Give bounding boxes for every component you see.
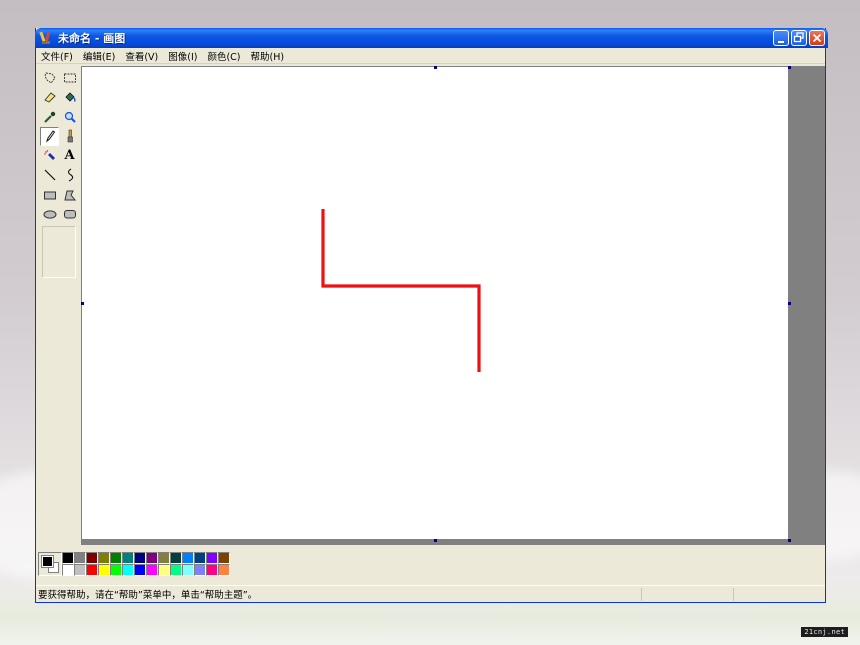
tool-text[interactable]: A xyxy=(60,146,79,165)
color-swatch[interactable] xyxy=(134,564,146,576)
tool-ellipse[interactable] xyxy=(40,205,59,224)
restore-icon xyxy=(793,32,804,43)
magnifier-icon xyxy=(64,111,76,123)
tool-free-form-select[interactable] xyxy=(40,68,59,87)
polygon-icon xyxy=(63,190,76,200)
resize-handle-left[interactable] xyxy=(81,302,84,305)
color-swatch[interactable] xyxy=(74,552,86,564)
paint-app-icon xyxy=(39,31,51,44)
color-swatch[interactable] xyxy=(98,564,110,576)
color-swatch[interactable] xyxy=(146,564,158,576)
resize-handle-right[interactable] xyxy=(788,302,791,305)
color-swatch[interactable] xyxy=(218,552,230,564)
status-bar: 要获得帮助，请在“帮助”菜单中，单击“帮助主题”。 xyxy=(36,585,825,602)
color-swatch[interactable] xyxy=(206,552,218,564)
window-title: 未命名 - 画图 xyxy=(58,32,126,45)
color-swatch[interactable] xyxy=(110,552,122,564)
airbrush-icon xyxy=(43,149,55,160)
eraser-icon xyxy=(43,92,56,103)
red-polyline-stroke xyxy=(321,209,481,372)
tool-options-box[interactable] xyxy=(42,226,76,278)
canvas-workspace xyxy=(81,66,825,545)
color-swatch[interactable] xyxy=(110,564,122,576)
status-pane-coords xyxy=(641,587,733,601)
color-swatch[interactable] xyxy=(170,552,182,564)
tool-airbrush[interactable] xyxy=(40,146,59,165)
status-text: 要获得帮助，请在“帮助”菜单中，单击“帮助主题”。 xyxy=(38,590,258,601)
ellipse-icon xyxy=(43,210,56,219)
color-palette xyxy=(36,547,825,583)
caption-buttons xyxy=(773,30,825,46)
minimize-icon xyxy=(778,41,784,43)
curve-icon xyxy=(67,168,73,182)
menu-image[interactable]: 图像(I) xyxy=(163,49,202,63)
color-swatches xyxy=(62,552,230,576)
watermark: 21cnj.net xyxy=(801,627,848,637)
minimize-button[interactable] xyxy=(773,30,789,46)
color-swatch[interactable] xyxy=(194,552,206,564)
color-swatch[interactable] xyxy=(182,564,194,576)
resize-handle-bottom-right[interactable] xyxy=(788,539,791,542)
color-swatch[interactable] xyxy=(86,564,98,576)
color-swatch[interactable] xyxy=(158,552,170,564)
close-button[interactable] xyxy=(809,30,825,46)
color-swatch[interactable] xyxy=(62,552,74,564)
tool-eraser[interactable] xyxy=(40,88,59,107)
paint-window: 未命名 - 画图 文件(F) 编辑(E) 查看(V) 图像(I) 颜色(C) 帮… xyxy=(35,28,828,603)
color-swatch[interactable] xyxy=(122,552,134,564)
drawing-canvas[interactable] xyxy=(82,67,788,539)
tool-line[interactable] xyxy=(40,166,59,185)
close-icon xyxy=(812,33,822,43)
color-swatch[interactable] xyxy=(218,564,230,576)
color-swatch[interactable] xyxy=(86,552,98,564)
resize-handle-bottom[interactable] xyxy=(434,539,437,542)
rect-select-icon xyxy=(63,73,76,82)
pencil-icon xyxy=(45,130,55,143)
eyedropper-icon xyxy=(43,111,55,123)
tool-rectangle[interactable] xyxy=(40,185,59,204)
color-swatch[interactable] xyxy=(98,552,110,564)
menu-file[interactable]: 文件(F) xyxy=(36,49,78,63)
rectangle-icon xyxy=(43,191,56,199)
text-icon: A xyxy=(64,148,75,163)
toolbox: A xyxy=(38,66,80,545)
color-swatch[interactable] xyxy=(182,552,194,564)
tool-curve[interactable] xyxy=(60,166,79,185)
tool-magnifier[interactable] xyxy=(60,107,79,126)
menu-help[interactable]: 帮助(H) xyxy=(246,49,290,63)
tool-pencil[interactable] xyxy=(40,126,59,146)
tool-brush[interactable] xyxy=(60,127,79,146)
tool-polygon[interactable] xyxy=(60,185,79,204)
color-swatch[interactable] xyxy=(74,564,86,576)
color-swatch[interactable] xyxy=(158,564,170,576)
brush-icon xyxy=(67,129,73,143)
color-swatch[interactable] xyxy=(194,564,206,576)
free-select-icon xyxy=(44,71,56,84)
line-icon xyxy=(44,169,55,181)
color-swatch[interactable] xyxy=(122,564,134,576)
fill-bucket-icon xyxy=(64,92,76,102)
resize-handle-top[interactable] xyxy=(434,66,437,69)
tool-pick-color[interactable] xyxy=(40,107,59,126)
resize-handle-top-right[interactable] xyxy=(788,66,791,69)
color-swatch[interactable] xyxy=(62,564,74,576)
rounded-rect-icon xyxy=(63,210,76,219)
menu-colors[interactable]: 颜色(C) xyxy=(202,49,245,63)
current-colors[interactable] xyxy=(38,552,62,576)
foreground-color xyxy=(41,555,54,568)
menu-edit[interactable]: 编辑(E) xyxy=(78,49,120,63)
status-pane-size xyxy=(733,587,825,601)
menu-bar: 文件(F) 编辑(E) 查看(V) 图像(I) 颜色(C) 帮助(H) xyxy=(36,48,825,64)
restore-button[interactable] xyxy=(791,30,807,46)
tool-select[interactable] xyxy=(60,68,79,87)
menu-view[interactable]: 查看(V) xyxy=(120,49,163,63)
title-bar[interactable]: 未命名 - 画图 xyxy=(35,28,828,48)
tool-rounded-rectangle[interactable] xyxy=(60,205,79,224)
color-swatch[interactable] xyxy=(206,564,218,576)
drawing-layer xyxy=(321,209,481,372)
color-swatch[interactable] xyxy=(146,552,158,564)
color-swatch[interactable] xyxy=(170,564,182,576)
tool-fill[interactable] xyxy=(60,88,79,107)
color-swatch[interactable] xyxy=(134,552,146,564)
